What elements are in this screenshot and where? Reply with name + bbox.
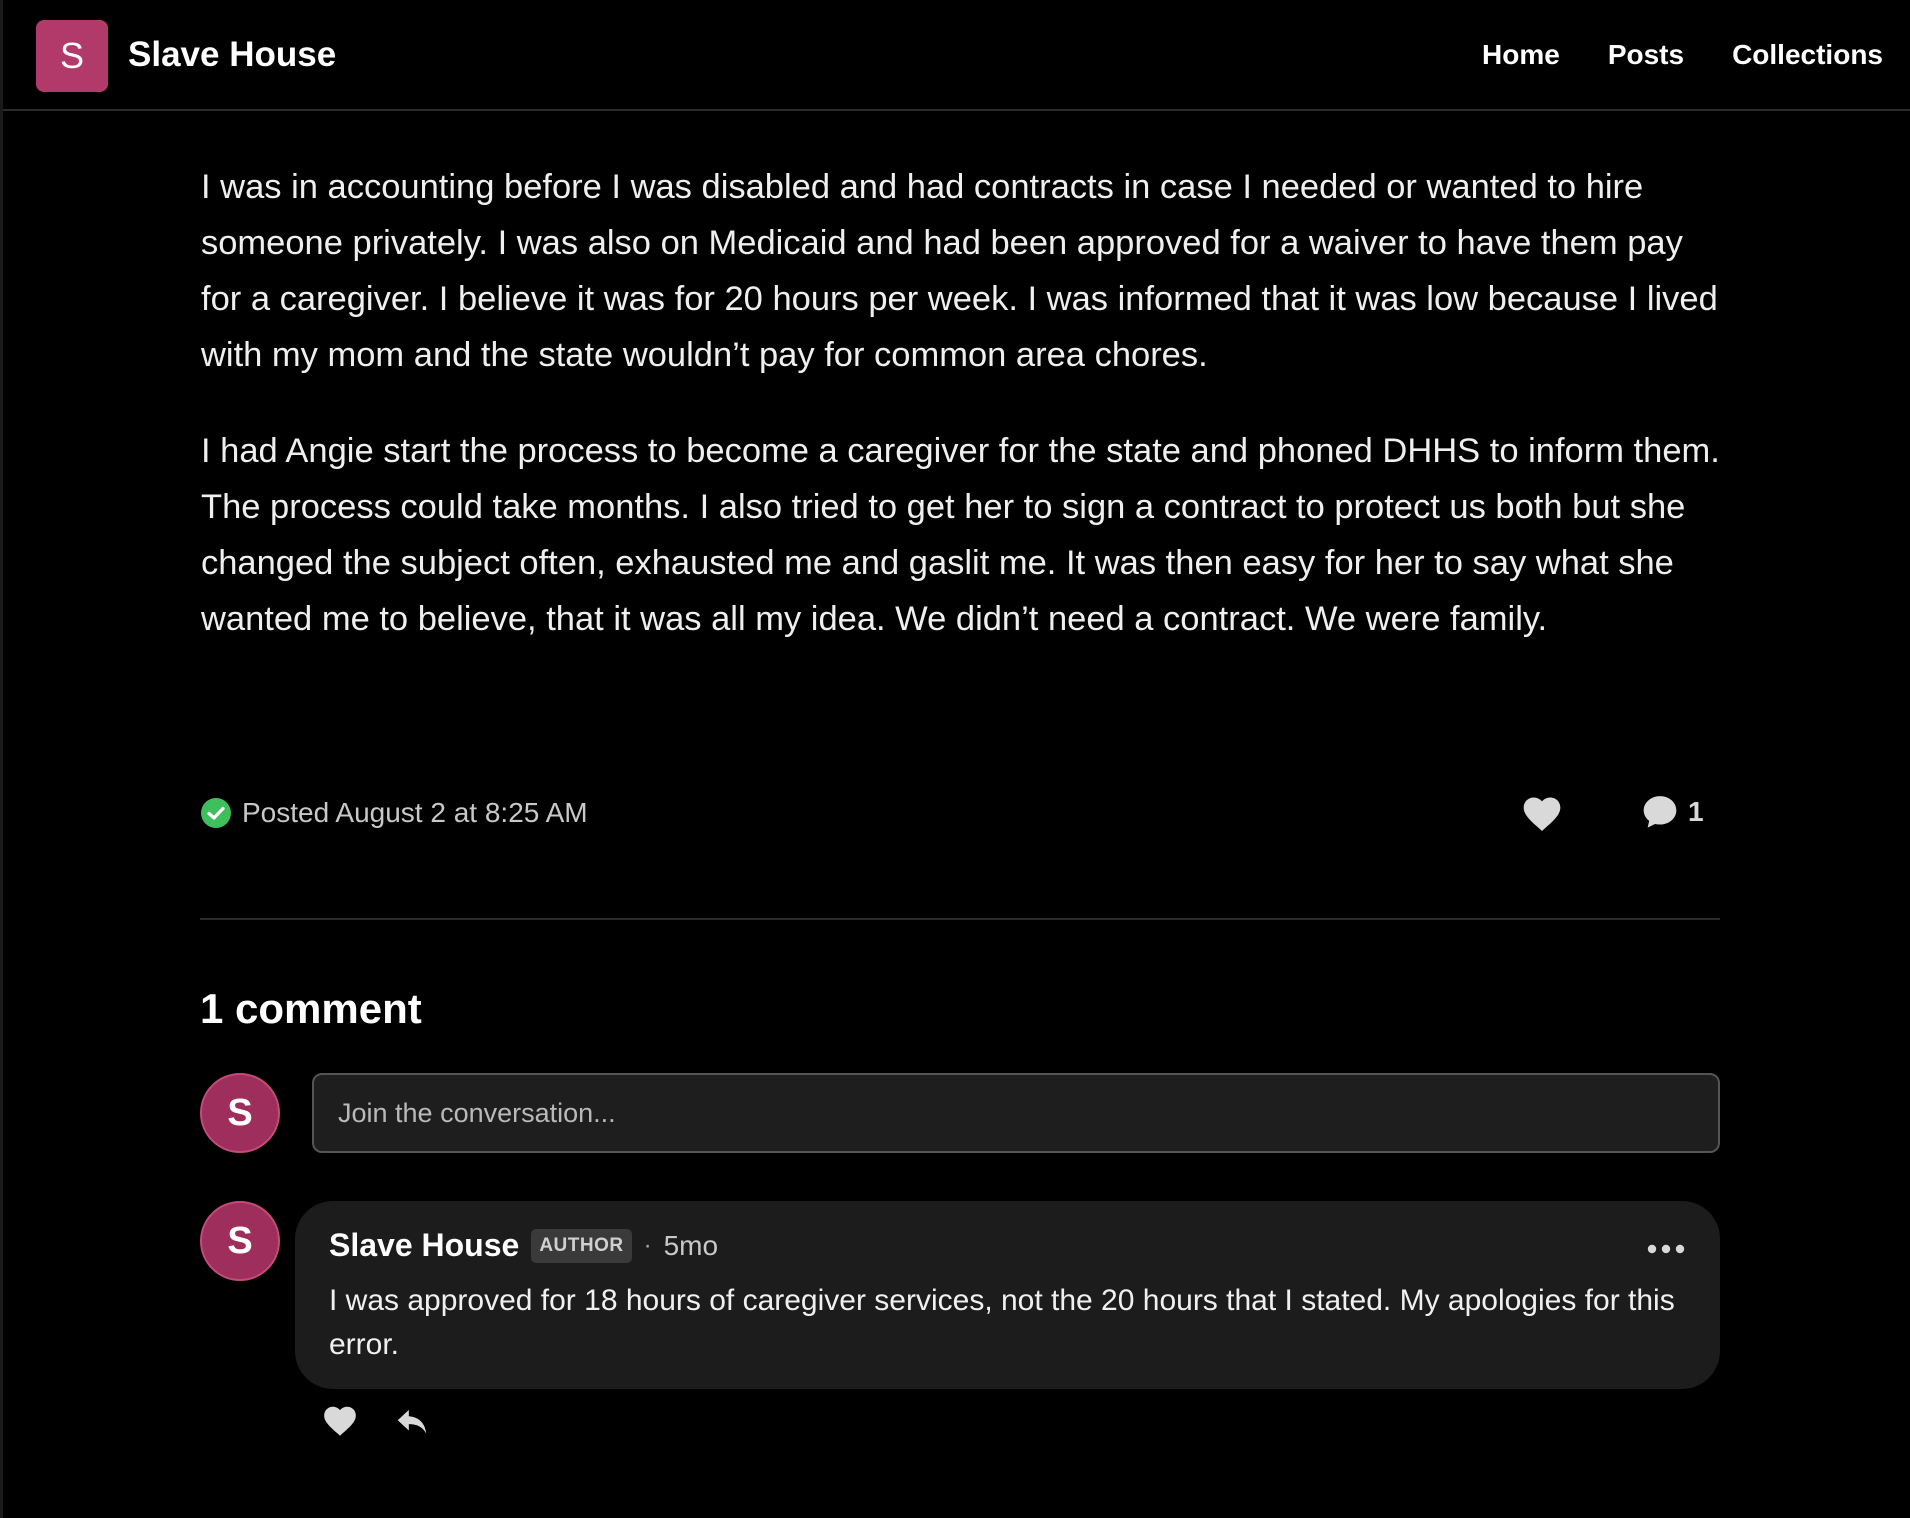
- nav-posts-link[interactable]: Posts: [1608, 39, 1684, 71]
- comment-header: Slave House AUTHOR · 5mo: [329, 1227, 718, 1264]
- reply-arrow-icon[interactable]: [393, 1402, 431, 1440]
- avatar[interactable]: S: [200, 1073, 280, 1153]
- comment-author[interactable]: Slave House: [329, 1227, 519, 1264]
- comment-actions: [321, 1402, 431, 1440]
- site-logo[interactable]: S: [36, 20, 108, 92]
- comment-avatar[interactable]: S: [200, 1201, 280, 1281]
- check-circle-icon: [201, 798, 231, 828]
- comment-like-heart-icon[interactable]: [321, 1402, 359, 1440]
- comments-heading: 1 comment: [200, 985, 422, 1032]
- comment-count: 1: [1688, 796, 1704, 827]
- divider: [200, 918, 1720, 920]
- post-body: I was in accounting before I was disable…: [201, 159, 1721, 647]
- author-badge: AUTHOR: [531, 1228, 632, 1263]
- main-nav: Home Posts Collections: [1482, 30, 1883, 80]
- posted-date: Posted August 2 at 8:25 AM: [242, 797, 588, 828]
- page: S Slave House Home Posts Collections I w…: [0, 0, 1910, 1518]
- comment-input[interactable]: [312, 1073, 1720, 1153]
- site-name[interactable]: Slave House: [128, 30, 336, 80]
- comment-text: I was approved for 18 hours of caregiver…: [329, 1284, 1675, 1361]
- heart-icon[interactable]: [1520, 792, 1564, 836]
- posted-info: Posted August 2 at 8:25 AM: [200, 797, 588, 829]
- comments-button[interactable]: 1: [1640, 792, 1704, 832]
- comment: Slave House AUTHOR · 5mo I was approved …: [295, 1201, 1720, 1389]
- post-paragraph: I was in accounting before I was disable…: [201, 168, 1718, 374]
- separator-dot: ·: [643, 1231, 652, 1259]
- post-meta: Posted August 2 at 8:25 AM 1: [200, 790, 1720, 840]
- nav-home-link[interactable]: Home: [1482, 39, 1560, 71]
- comment-timestamp[interactable]: 5mo: [664, 1230, 718, 1262]
- top-bar: S Slave House Home Posts Collections: [3, 0, 1910, 111]
- post-paragraph: I had Angie start the process to become …: [201, 432, 1720, 638]
- more-options-icon[interactable]: [1646, 1239, 1686, 1259]
- speech-bubble-icon: [1643, 796, 1677, 828]
- nav-collections-link[interactable]: Collections: [1732, 39, 1883, 71]
